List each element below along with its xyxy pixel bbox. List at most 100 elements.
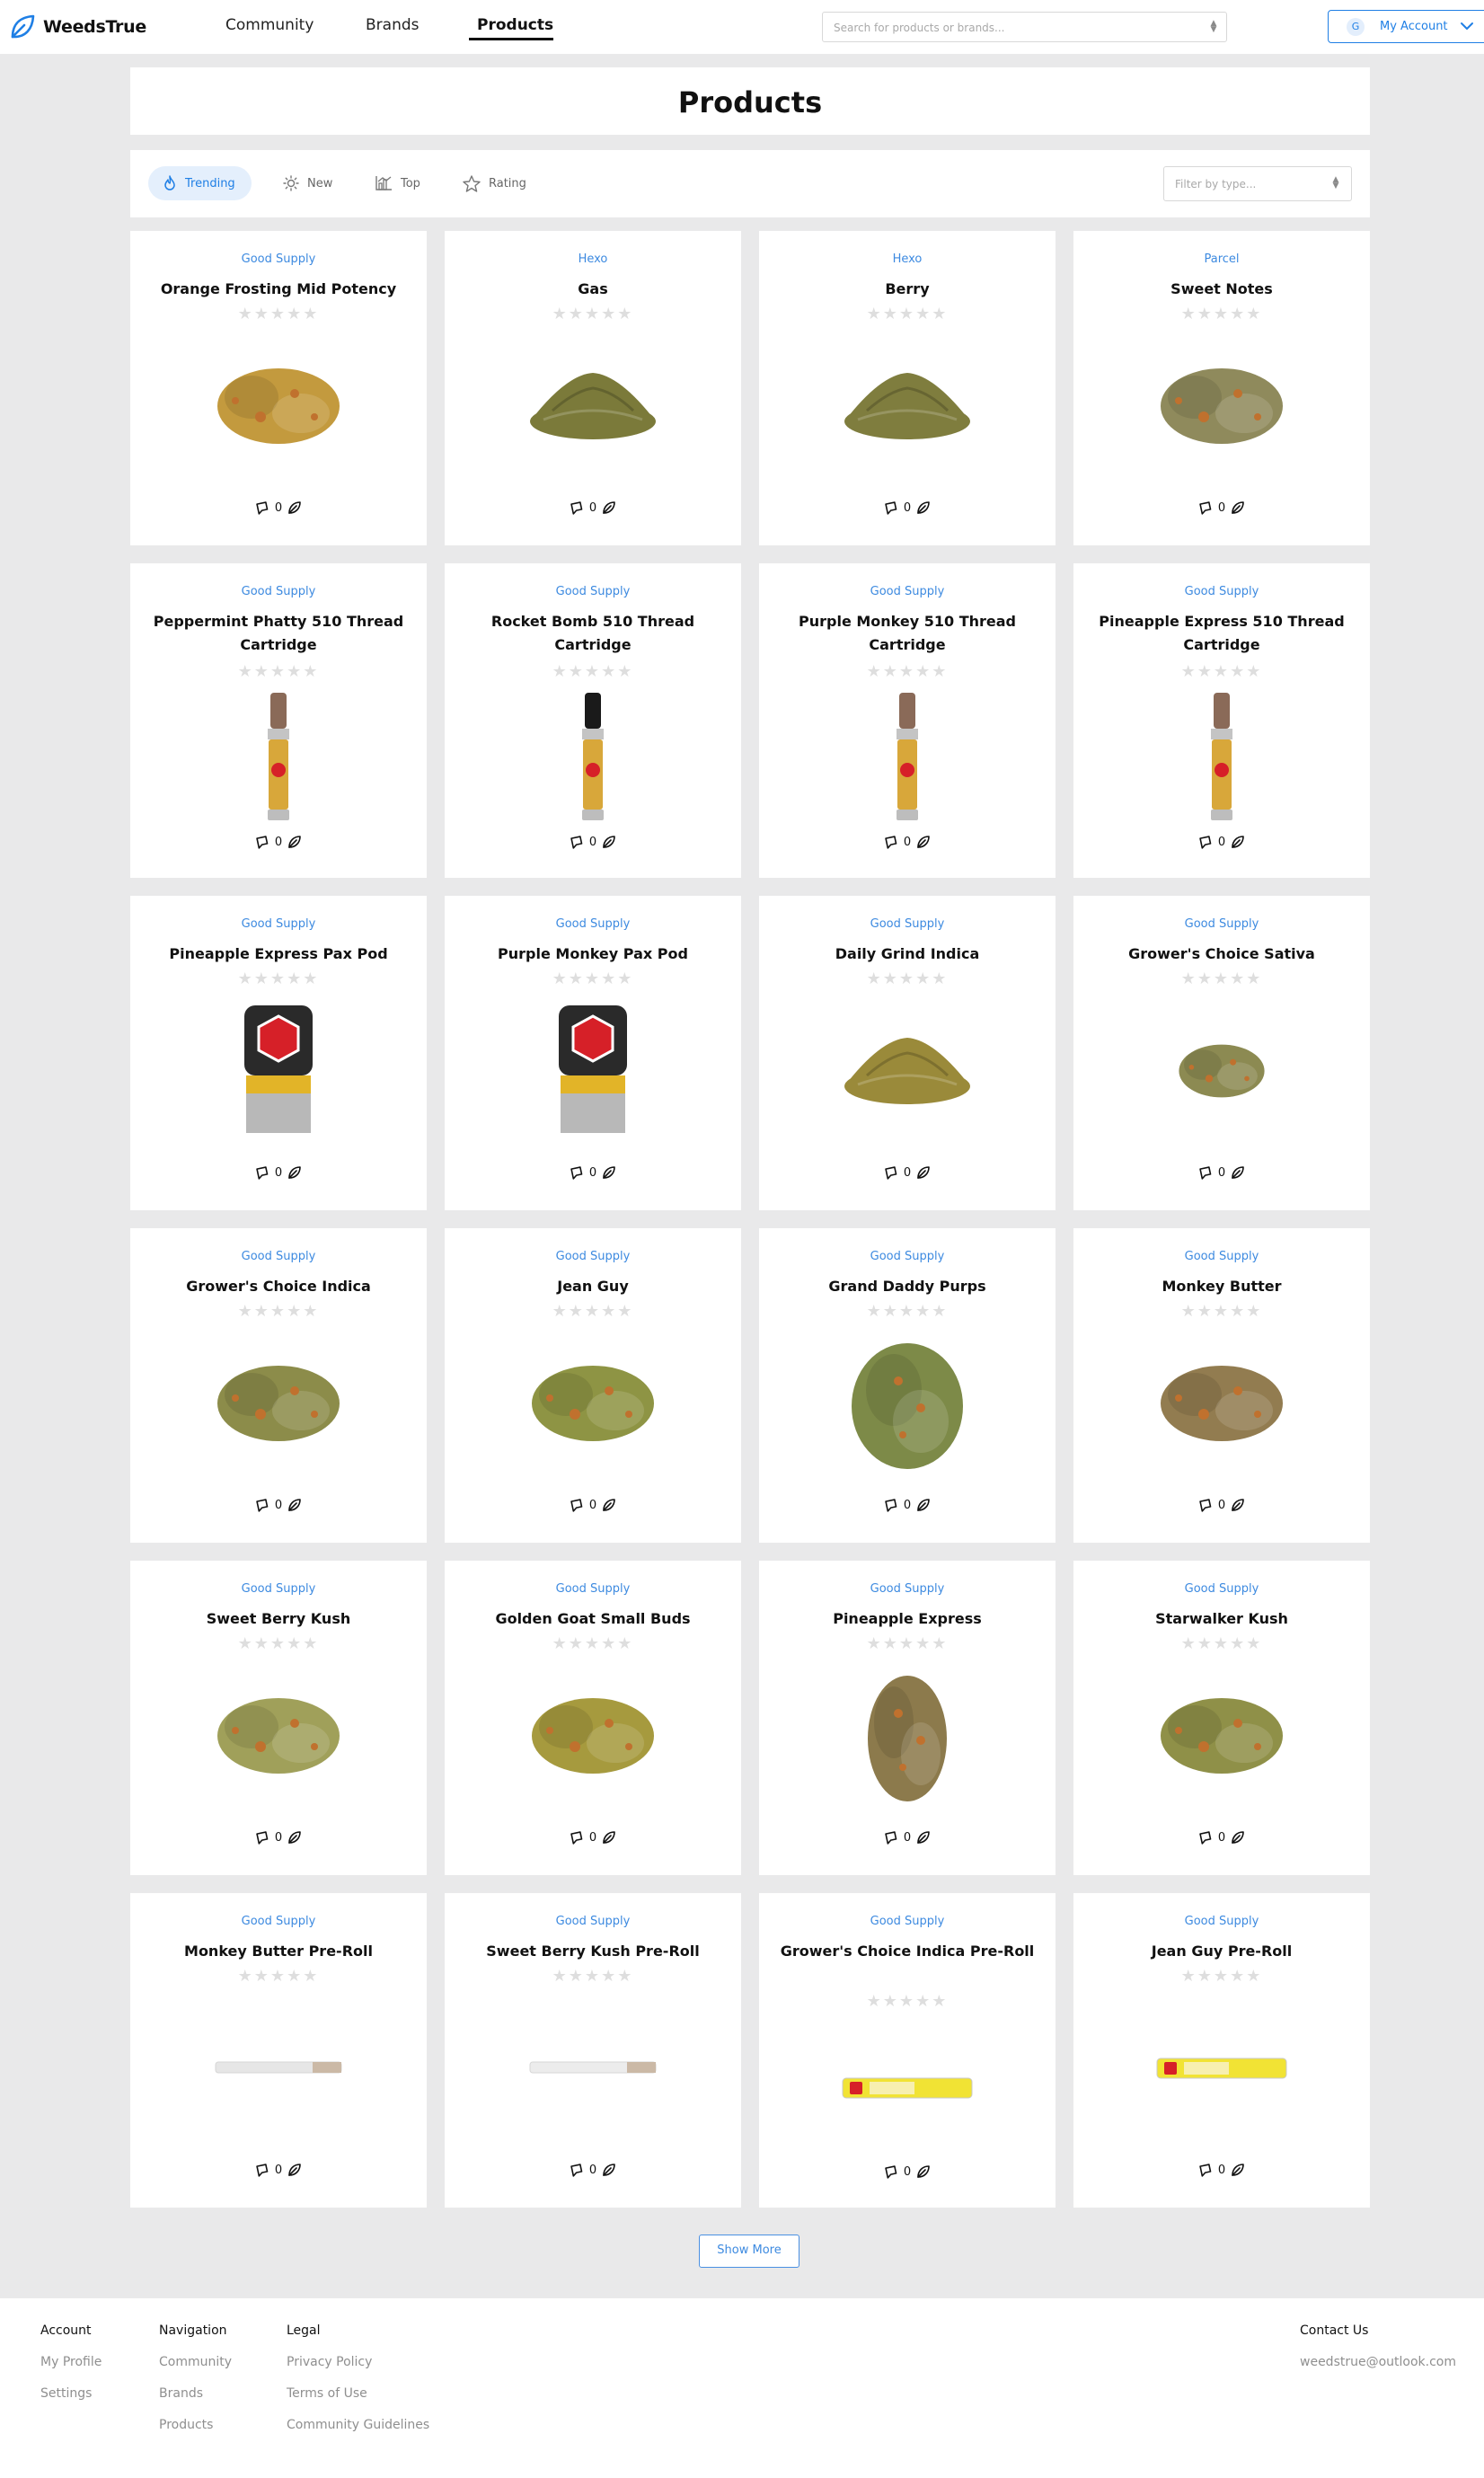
leaf-icon[interactable] <box>916 500 931 515</box>
rating-stars[interactable]: ★★★★★ <box>1073 1967 1370 1986</box>
comment-icon[interactable] <box>255 1830 269 1845</box>
product-brand[interactable]: Good Supply <box>759 585 1056 598</box>
product-name[interactable]: Grower's Choice Indica <box>148 1275 409 1298</box>
comment-icon[interactable] <box>1198 1830 1213 1845</box>
star-empty-icon[interactable]: ★ <box>915 969 932 988</box>
product-image[interactable] <box>189 691 368 826</box>
star-empty-icon[interactable]: ★ <box>238 1967 254 1986</box>
star-empty-icon[interactable]: ★ <box>915 1302 932 1321</box>
product-image[interactable] <box>817 1336 997 1471</box>
product-card[interactable]: Good Supply Sweet Berry Kush ★★★★★ 0 <box>130 1561 427 1875</box>
product-brand[interactable]: Good Supply <box>1073 917 1370 931</box>
rating-stars[interactable]: ★★★★★ <box>445 1634 741 1653</box>
star-empty-icon[interactable]: ★ <box>617 662 633 681</box>
star-empty-icon[interactable]: ★ <box>601 969 617 988</box>
product-brand[interactable]: Good Supply <box>1073 1582 1370 1596</box>
star-empty-icon[interactable]: ★ <box>883 305 899 323</box>
star-empty-icon[interactable]: ★ <box>303 1302 319 1321</box>
nav-products[interactable]: Products <box>477 16 553 34</box>
star-empty-icon[interactable]: ★ <box>1214 1302 1230 1321</box>
logo[interactable]: WeedsTrue <box>9 13 146 41</box>
product-card[interactable]: Good Supply Orange Frosting Mid Potency … <box>130 231 427 545</box>
star-empty-icon[interactable]: ★ <box>1230 1967 1246 1986</box>
star-empty-icon[interactable]: ★ <box>569 969 585 988</box>
star-empty-icon[interactable]: ★ <box>287 969 303 988</box>
leaf-icon[interactable] <box>1231 500 1245 515</box>
star-empty-icon[interactable]: ★ <box>585 1634 601 1653</box>
star-empty-icon[interactable]: ★ <box>883 1634 899 1653</box>
star-empty-icon[interactable]: ★ <box>617 1634 633 1653</box>
star-empty-icon[interactable]: ★ <box>303 662 319 681</box>
star-empty-icon[interactable]: ★ <box>883 662 899 681</box>
star-empty-icon[interactable]: ★ <box>270 1967 287 1986</box>
rating-stars[interactable]: ★★★★★ <box>445 1302 741 1321</box>
product-image[interactable] <box>189 2001 368 2136</box>
star-empty-icon[interactable]: ★ <box>601 305 617 323</box>
star-empty-icon[interactable]: ★ <box>270 1302 287 1321</box>
leaf-icon[interactable] <box>602 1498 616 1512</box>
product-name[interactable]: Monkey Butter Pre-Roll <box>148 1940 409 1963</box>
rating-stars[interactable]: ★★★★★ <box>1073 1302 1370 1321</box>
product-name[interactable]: Grand Daddy Purps <box>777 1275 1038 1298</box>
star-empty-icon[interactable]: ★ <box>883 1302 899 1321</box>
product-image[interactable] <box>189 1336 368 1471</box>
star-empty-icon[interactable]: ★ <box>1214 1967 1230 1986</box>
product-name[interactable]: Daily Grind Indica <box>777 943 1038 966</box>
type-filter-select[interactable]: ▲▼ <box>1163 166 1352 201</box>
product-brand[interactable]: Good Supply <box>1073 1915 1370 1928</box>
star-empty-icon[interactable]: ★ <box>617 305 633 323</box>
comment-icon[interactable] <box>570 500 584 515</box>
star-empty-icon[interactable]: ★ <box>238 1302 254 1321</box>
product-image[interactable] <box>503 1004 683 1138</box>
product-name[interactable]: Rocket Bomb 510 Thread Cartridge <box>463 610 723 657</box>
product-image[interactable] <box>503 1336 683 1471</box>
star-empty-icon[interactable]: ★ <box>1197 305 1214 323</box>
product-brand[interactable]: Good Supply <box>130 917 427 931</box>
product-card[interactable]: Good Supply Grand Daddy Purps ★★★★★ 0 <box>759 1228 1056 1543</box>
star-empty-icon[interactable]: ★ <box>287 1634 303 1653</box>
rating-stars[interactable]: ★★★★★ <box>130 662 427 681</box>
leaf-icon[interactable] <box>287 835 302 849</box>
leaf-icon[interactable] <box>602 2163 616 2177</box>
comment-icon[interactable] <box>884 1165 898 1180</box>
product-card[interactable]: Good Supply Grower's Choice Sativa ★★★★★ <box>1073 896 1370 1210</box>
footer-link-brands[interactable]: Brands <box>159 2386 203 2401</box>
star-empty-icon[interactable]: ★ <box>867 1302 883 1321</box>
product-card[interactable]: Good Supply Pineapple Express Pax Pod ★★… <box>130 896 427 1210</box>
product-image[interactable] <box>189 1668 368 1803</box>
product-brand[interactable]: Good Supply <box>130 1915 427 1928</box>
star-empty-icon[interactable]: ★ <box>254 305 270 323</box>
product-image[interactable] <box>1132 691 1312 826</box>
product-card[interactable]: Good Supply Golden Goat Small Buds ★★★★★ <box>445 1561 741 1875</box>
star-empty-icon[interactable]: ★ <box>552 969 569 988</box>
star-empty-icon[interactable]: ★ <box>932 1302 948 1321</box>
star-empty-icon[interactable]: ★ <box>552 662 569 681</box>
comment-icon[interactable] <box>884 500 898 515</box>
product-image[interactable] <box>189 1004 368 1138</box>
star-empty-icon[interactable]: ★ <box>254 1634 270 1653</box>
product-image[interactable] <box>503 2001 683 2136</box>
product-brand[interactable]: Good Supply <box>1073 585 1370 598</box>
star-empty-icon[interactable]: ★ <box>1214 969 1230 988</box>
leaf-icon[interactable] <box>287 500 302 515</box>
tab-new[interactable]: New <box>274 166 341 200</box>
rating-stars[interactable]: ★★★★★ <box>445 969 741 988</box>
star-empty-icon[interactable]: ★ <box>899 1302 915 1321</box>
star-empty-icon[interactable]: ★ <box>1230 305 1246 323</box>
product-image[interactable] <box>817 1668 997 1803</box>
leaf-icon[interactable] <box>916 2164 931 2179</box>
product-card[interactable]: Good Supply Jean Guy ★★★★★ 0 <box>445 1228 741 1543</box>
rating-stars[interactable]: ★★★★★ <box>1073 969 1370 988</box>
comment-icon[interactable] <box>570 1165 584 1180</box>
rating-stars[interactable]: ★★★★★ <box>130 969 427 988</box>
product-image[interactable] <box>189 339 368 473</box>
star-empty-icon[interactable]: ★ <box>1197 662 1214 681</box>
product-image[interactable] <box>1132 1668 1312 1803</box>
product-name[interactable]: Orange Frosting Mid Potency <box>148 278 409 301</box>
product-name[interactable]: Berry <box>777 278 1038 301</box>
star-empty-icon[interactable]: ★ <box>915 1634 932 1653</box>
star-empty-icon[interactable]: ★ <box>270 969 287 988</box>
product-card[interactable]: Good Supply Purple Monkey 510 Thread Car… <box>759 563 1056 878</box>
rating-stars[interactable]: ★★★★★ <box>1073 662 1370 681</box>
star-empty-icon[interactable]: ★ <box>601 1967 617 1986</box>
